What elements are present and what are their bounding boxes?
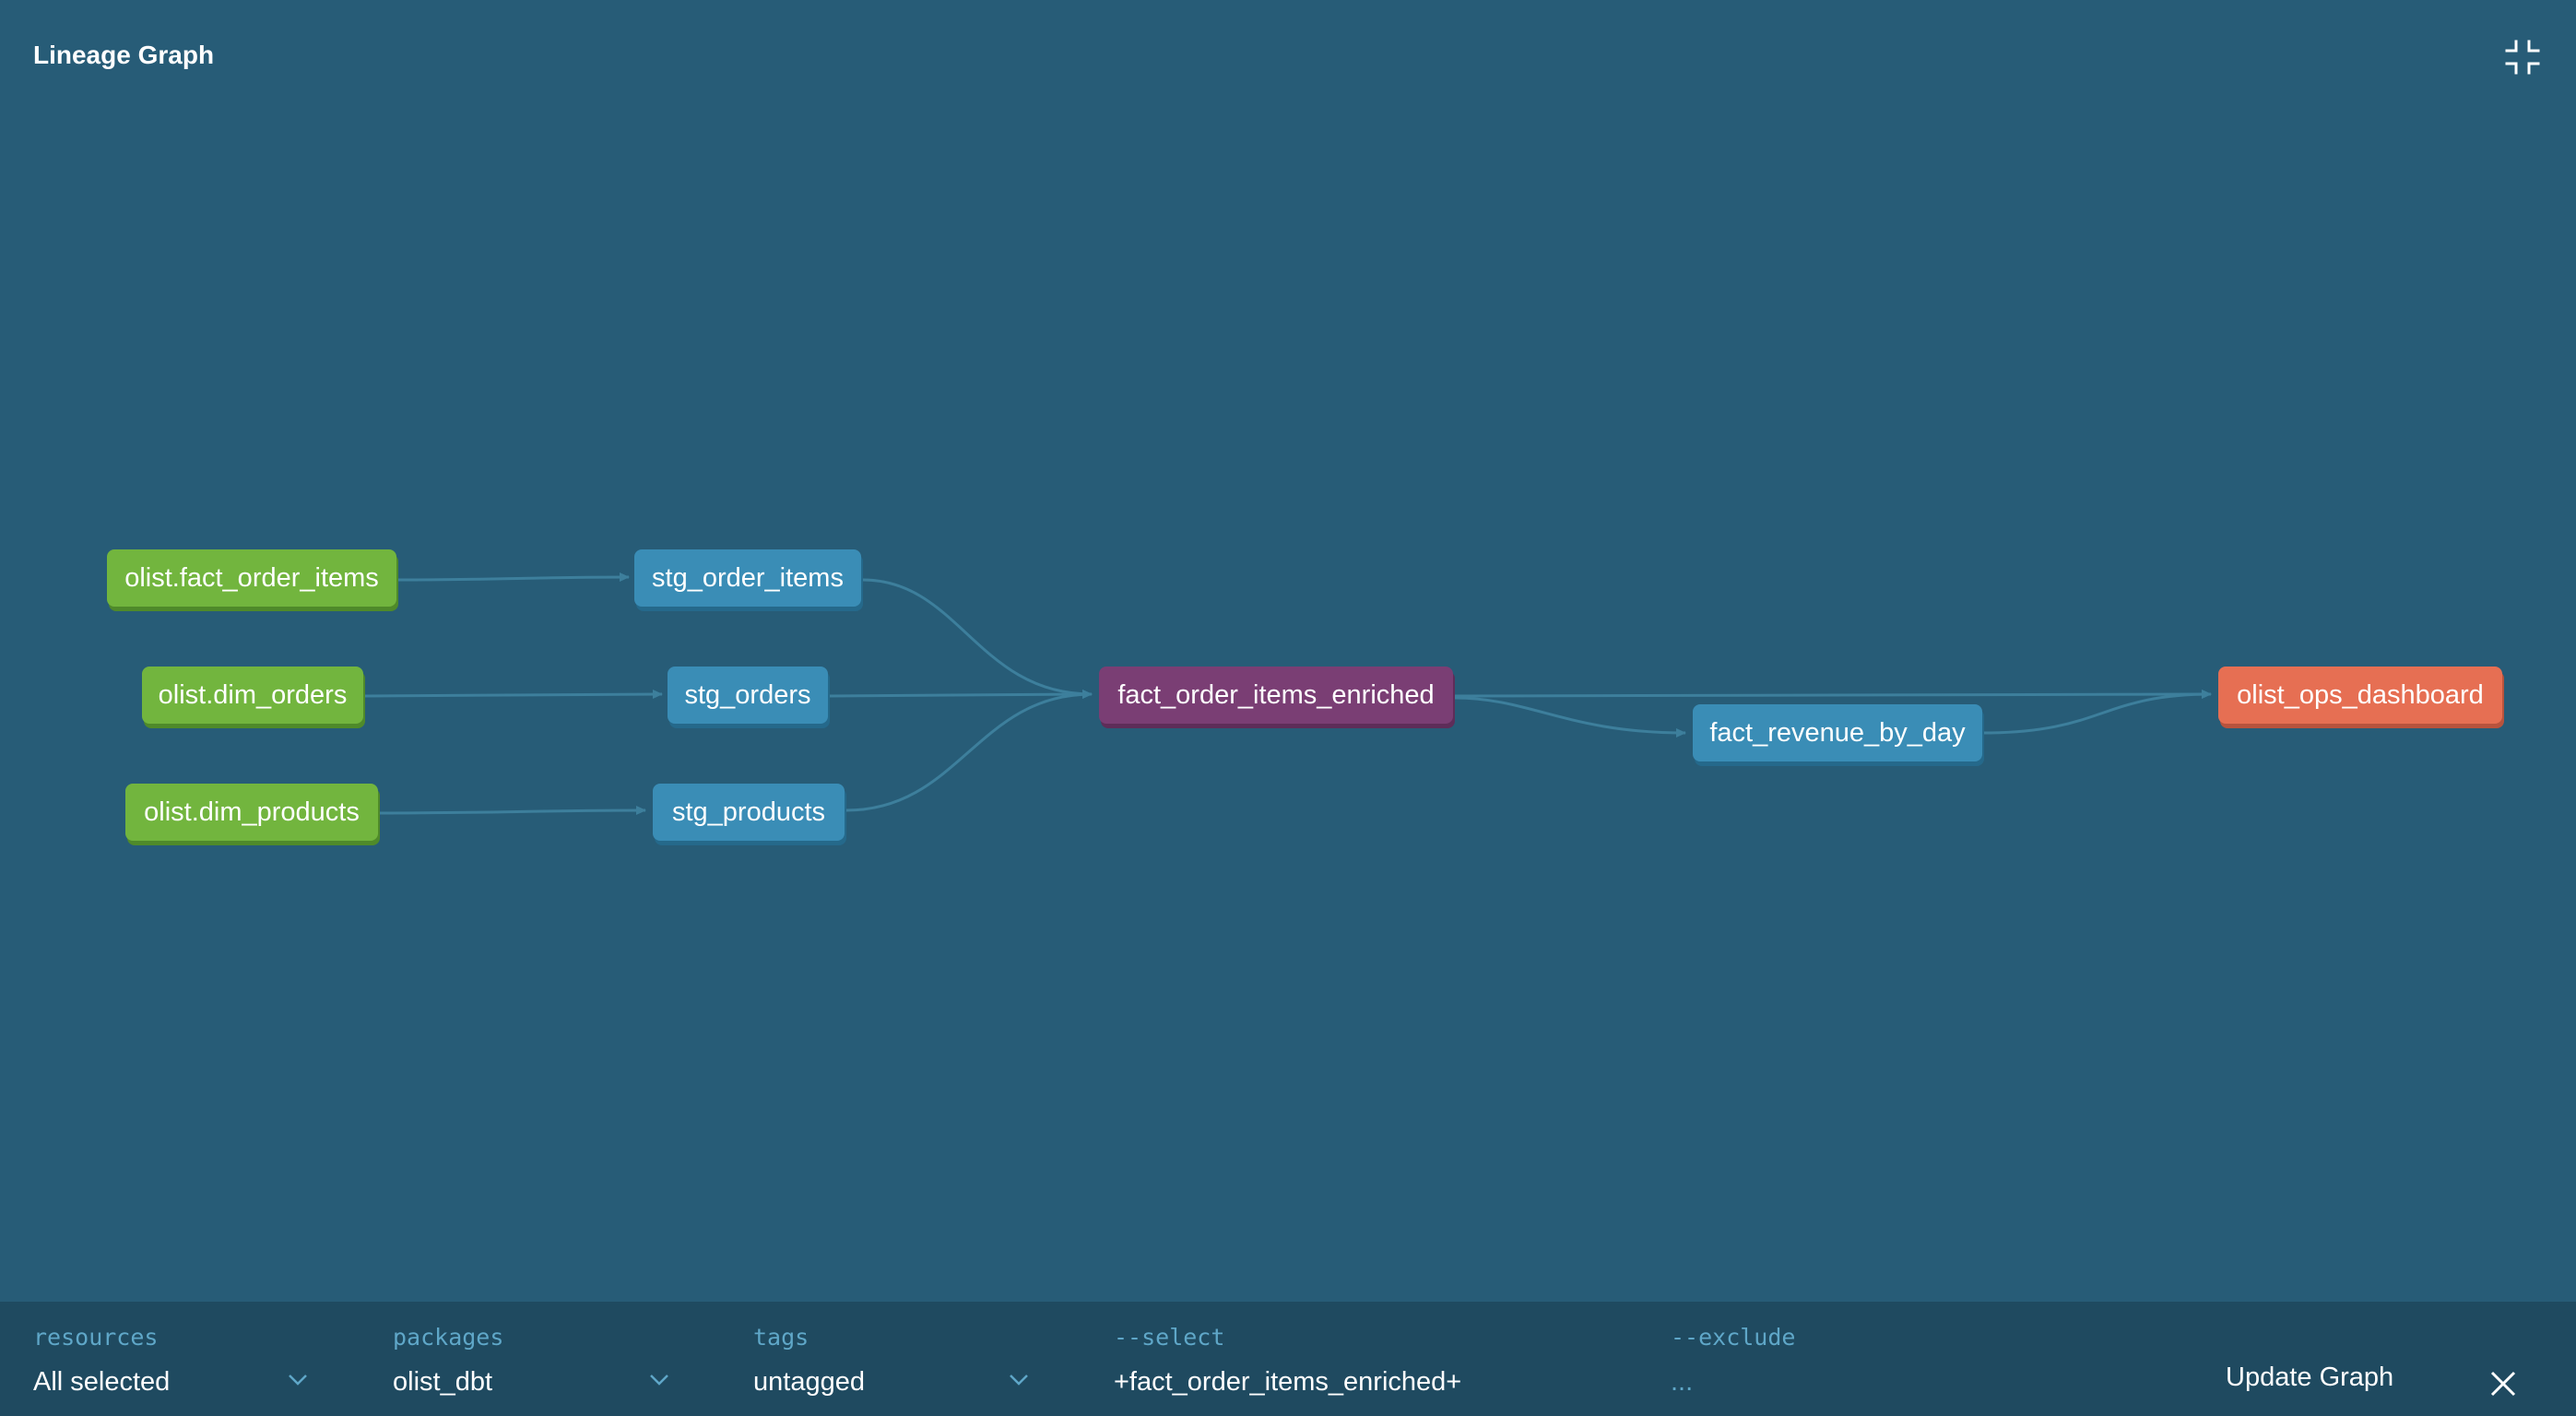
resources-value[interactable]: All selected — [33, 1366, 170, 1398]
packages-filter[interactable]: packages olist_dbt — [393, 1302, 669, 1416]
resources-label: resources — [33, 1324, 159, 1351]
close-icon[interactable] — [2489, 1370, 2517, 1398]
filter-bar: resources All selected packages olist_db… — [0, 1302, 2576, 1416]
edge-src-order-items-to-stg-order-items — [397, 572, 630, 583]
exclude-label: --exclude — [1671, 1324, 1796, 1351]
select-label: --select — [1114, 1324, 1225, 1351]
edge-revenue-to-dashboard — [1983, 690, 2212, 735]
node-stg-order-items[interactable]: stg_order_items — [634, 549, 861, 607]
node-stg-orders[interactable]: stg_orders — [668, 667, 828, 724]
exclude-input[interactable]: ... — [1671, 1366, 1693, 1398]
node-fact-revenue-by-day[interactable]: fact_revenue_by_day — [1693, 704, 1982, 761]
edge-fact-to-dashboard — [1454, 690, 2212, 700]
chevron-down-icon[interactable] — [1009, 1374, 1029, 1386]
edge-stg-order-items-to-fact — [862, 578, 1093, 699]
chevron-down-icon[interactable] — [649, 1374, 669, 1386]
node-olist-fact-order-items[interactable]: olist.fact_order_items — [107, 549, 396, 607]
edge-stg-orders-to-fact — [829, 690, 1093, 700]
exclude-filter[interactable]: --exclude ... — [1671, 1302, 2132, 1416]
select-input[interactable]: +fact_order_items_enriched+ — [1114, 1366, 1461, 1398]
edge-src-orders-to-stg-orders — [364, 690, 663, 700]
edge-src-products-to-stg-products — [379, 806, 646, 816]
node-stg-products[interactable]: stg_products — [653, 784, 845, 841]
graph-edges — [364, 572, 2212, 816]
node-olist-dim-orders[interactable]: olist.dim_orders — [142, 667, 363, 724]
chevron-down-icon[interactable] — [288, 1374, 308, 1386]
resources-filter[interactable]: resources All selected — [33, 1302, 310, 1416]
tags-label: tags — [753, 1324, 809, 1351]
packages-value[interactable]: olist_dbt — [393, 1366, 492, 1398]
node-fact-order-items-enriched[interactable]: fact_order_items_enriched — [1099, 667, 1453, 724]
page-title: Lineage Graph — [33, 41, 215, 69]
update-graph-button[interactable]: Update Graph — [2209, 1359, 2410, 1396]
node-olist-ops-dashboard[interactable]: olist_ops_dashboard — [2218, 667, 2502, 724]
tags-filter[interactable]: tags untagged — [753, 1302, 1030, 1416]
edge-fact-to-revenue — [1454, 696, 1686, 738]
collapse-fullscreen-icon[interactable] — [2504, 39, 2541, 76]
tags-value[interactable]: untagged — [753, 1366, 865, 1398]
packages-label: packages — [393, 1324, 504, 1351]
node-olist-dim-products[interactable]: olist.dim_products — [125, 784, 378, 841]
edge-stg-products-to-fact — [845, 690, 1093, 812]
select-filter[interactable]: --select +fact_order_items_enriched+ — [1114, 1302, 1630, 1416]
graph-canvas[interactable]: Lineage Graph olist.fact_order_items oli… — [0, 0, 2576, 1302]
